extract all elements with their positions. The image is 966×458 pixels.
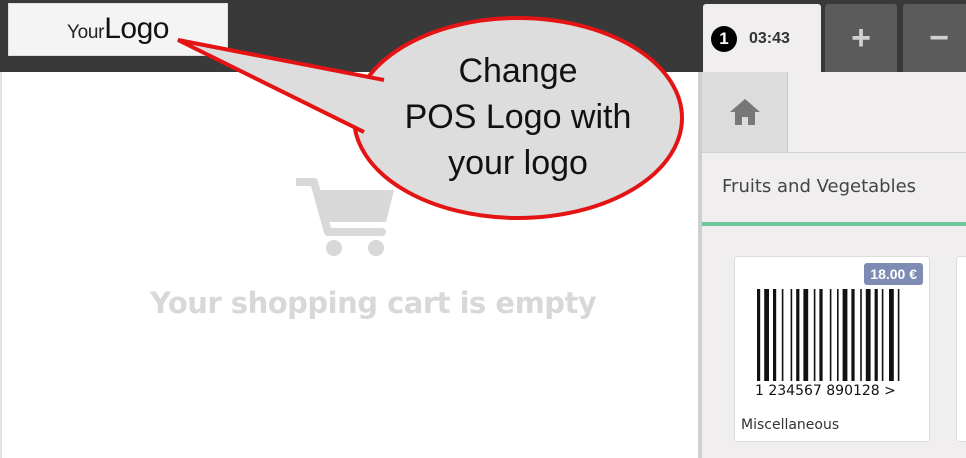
order-time: 03:43 (749, 30, 790, 47)
products-pane: Fruits and Vegetables 18.00 € 1 234567 8… (702, 72, 966, 458)
left-edge-border (0, 72, 2, 458)
delete-order-button[interactable]: − (903, 4, 966, 72)
category-fruits-and-vegetables[interactable]: Fruits and Vegetables (722, 176, 916, 197)
order-tab[interactable]: 1 03:43 (703, 4, 821, 74)
shopping-cart-icon (296, 178, 394, 256)
barcode-digits: 1 234567 890128 > (755, 383, 896, 399)
callout-text: Change POS Logo with your logo (362, 48, 674, 186)
pos-logo: Your Logo (8, 3, 228, 56)
category-underline (702, 222, 966, 226)
home-category-button[interactable] (702, 72, 788, 152)
empty-cart-message: Your shopping cart is empty (150, 286, 597, 320)
price-badge: 18.00 € (864, 263, 923, 285)
logo-main-text: Logo (104, 11, 169, 45)
product-card[interactable]: 18.00 € 1 234567 890128 > Miscellaneous (734, 256, 930, 442)
order-number-badge: 1 (711, 26, 737, 52)
barcode-image: 1 234567 890128 > (755, 289, 900, 399)
callout-line-2: POS Logo with (404, 98, 632, 136)
callout-line-3: your logo (448, 144, 588, 182)
callout-line-1: Change (458, 52, 578, 90)
logo-prefix-text: Your (67, 21, 105, 43)
product-name: Miscellaneous (741, 417, 840, 433)
new-order-button[interactable]: + (825, 4, 897, 72)
breadcrumb-divider (702, 152, 966, 153)
home-icon (729, 99, 760, 125)
product-card-partial[interactable] (956, 256, 966, 442)
